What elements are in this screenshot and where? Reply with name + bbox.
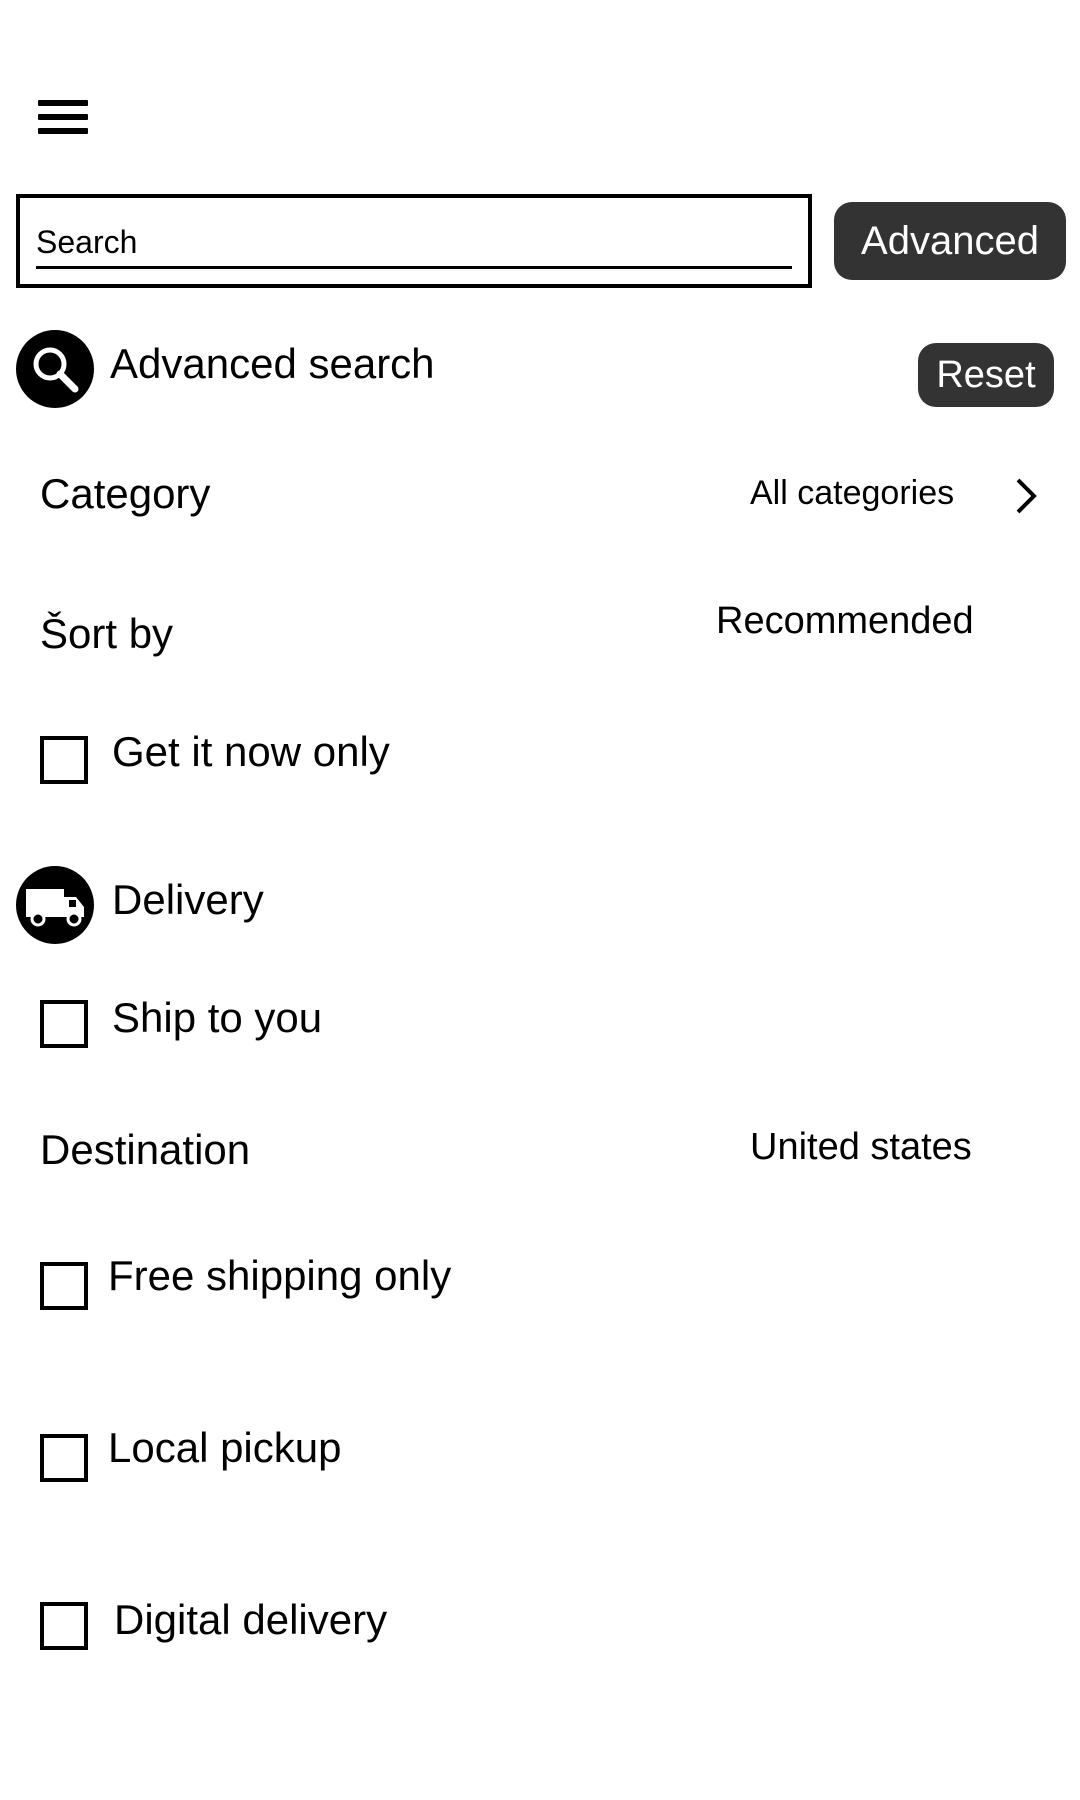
advanced-button-label: Advanced: [861, 218, 1039, 263]
category-value: All categories: [750, 474, 955, 512]
destination-row[interactable]: Destination United states: [0, 1110, 1080, 1200]
sort-by-value: Recommended: [716, 600, 974, 642]
menu-line: [38, 100, 88, 106]
free-shipping-label: Free shipping only: [108, 1252, 452, 1299]
reset-button[interactable]: Reset: [918, 343, 1054, 407]
delivery-title: Delivery: [112, 876, 264, 923]
search-box: [16, 194, 812, 288]
reset-button-label: Reset: [936, 353, 1036, 396]
destination-label: Destination: [40, 1126, 251, 1173]
free-shipping-checkbox[interactable]: [40, 1262, 88, 1310]
menu-line: [38, 128, 88, 134]
sort-by-row[interactable]: Šort by Recommended: [0, 590, 1080, 680]
advanced-search-title: Advanced search: [110, 340, 435, 387]
advanced-button[interactable]: Advanced: [834, 202, 1066, 280]
digital-delivery-label: Digital delivery: [114, 1596, 388, 1643]
hamburger-menu-icon[interactable]: [34, 96, 90, 138]
sort-by-label: Šort by: [40, 610, 174, 657]
magnifier-icon: [16, 330, 94, 408]
truck-icon: [16, 866, 94, 944]
destination-value: United states: [750, 1126, 972, 1168]
get-it-now-checkbox[interactable]: [40, 736, 88, 784]
ship-to-you-label: Ship to you: [112, 994, 323, 1041]
local-pickup-label: Local pickup: [108, 1424, 342, 1471]
category-label: Category: [40, 470, 211, 517]
search-input[interactable]: [36, 218, 792, 269]
menu-line: [38, 114, 88, 120]
category-row[interactable]: Category All categories: [0, 456, 1080, 546]
local-pickup-checkbox[interactable]: [40, 1434, 88, 1482]
digital-delivery-checkbox[interactable]: [40, 1602, 88, 1650]
chevron-right-icon: [1010, 474, 1040, 523]
get-it-now-label: Get it now only: [112, 728, 390, 775]
ship-to-you-checkbox[interactable]: [40, 1000, 88, 1048]
